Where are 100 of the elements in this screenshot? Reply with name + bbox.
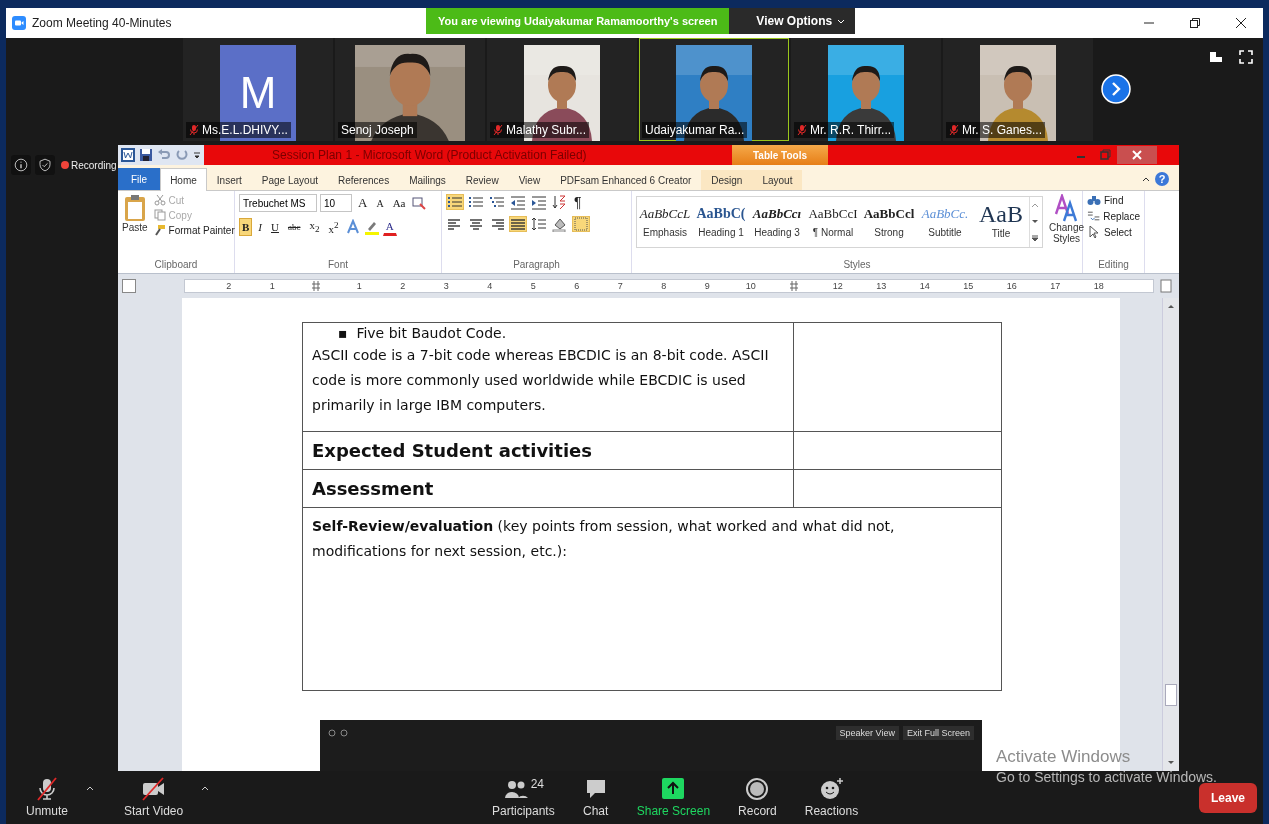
ribbon-tab[interactable]: Page Layout (251, 170, 328, 190)
column-marker-icon[interactable] (311, 281, 320, 291)
leave-button[interactable]: Leave (1198, 783, 1257, 813)
clear-formatting-icon[interactable] (411, 195, 428, 211)
table-heading: Assessment (312, 478, 434, 499)
participant-name: Malathy Subr... (506, 123, 587, 137)
grow-font-button[interactable]: A (355, 194, 371, 212)
toolbar-button[interactable]: Start Video (118, 773, 190, 822)
scroll-thumb[interactable] (1165, 684, 1177, 706)
ribbon-tab[interactable]: Insert (206, 170, 252, 190)
document-title: Session Plan 1 - Microsoft Word (Product Activation Failed) (271, 147, 588, 164)
font-name-field[interactable]: Trebuchet MS (239, 194, 317, 212)
close-icon[interactable] (1235, 17, 1247, 29)
style-item[interactable]: AaBbCcI ¶ Normal (805, 197, 861, 247)
toolbar-button[interactable]: Share Screen (630, 773, 717, 822)
format-button[interactable]: x$^{2}$ (325, 218, 342, 236)
toolbar-button[interactable]: Record (732, 773, 783, 822)
caret-up-icon[interactable] (86, 784, 95, 791)
style-item[interactable]: AaBbCcı Heading 3 (749, 197, 805, 247)
ruler-number: 2 (225, 281, 233, 291)
participant-name: Mr. S. Ganes... (962, 123, 1043, 137)
caret-up-icon[interactable] (201, 784, 210, 791)
fullscreen-icon[interactable] (1239, 50, 1253, 64)
bullet-item: ▪ Five bit Baudot Code. (338, 325, 508, 341)
format-button[interactable]: U (268, 218, 282, 236)
style-item[interactable]: AaBbC( Heading 1 (693, 197, 749, 247)
viewing-banner: You are viewing Udaiyakumar Ramamoorthy's screen (426, 8, 730, 34)
paragraph-button-icon[interactable] (509, 194, 527, 210)
more-icon[interactable] (1030, 234, 1040, 243)
group-label: Font (327, 259, 349, 272)
show-formatting-button[interactable]: ¶ (574, 194, 582, 210)
ribbon-tab[interactable]: PDFsam Enhanced 6 Creator (550, 170, 702, 190)
tab-selector-button[interactable] (122, 279, 136, 293)
toolbar-button[interactable]: 24 Participants (486, 773, 561, 822)
ribbon-tab[interactable]: Mailings (399, 170, 456, 190)
ruler-number: 16 (1005, 281, 1018, 291)
participant-tile[interactable]: Senoj Joseph (335, 38, 485, 141)
editing-action[interactable]: Find (1087, 194, 1140, 206)
letters-icon (1053, 194, 1080, 222)
ribbon-tab[interactable]: Home (160, 168, 207, 191)
participant-tile[interactable]: Mr. S. Ganes... (943, 38, 1093, 141)
scroll-up-icon[interactable] (1166, 302, 1176, 310)
participant-tile[interactable]: Udaiyakumar Ra... (639, 38, 789, 141)
help-button[interactable]: ? (1155, 172, 1169, 186)
scroll-up-icon[interactable] (1030, 201, 1040, 210)
text-effects-icon[interactable] (344, 219, 361, 235)
format-button[interactable]: B (239, 218, 253, 236)
view-ruler-icon[interactable] (1160, 279, 1172, 293)
save-icon[interactable] (139, 148, 153, 162)
ribbon-tab[interactable]: References (328, 170, 400, 190)
paragraph-button-icon[interactable] (530, 216, 548, 232)
participant-tile[interactable]: Mr. R.R. Thirr... (791, 38, 941, 141)
replace-icon (1087, 210, 1101, 222)
view-options-button[interactable]: View Options (729, 8, 856, 34)
ribbon-tab[interactable]: Design (701, 170, 753, 190)
ribbon-tab[interactable]: Layout (752, 170, 803, 190)
format-button[interactable]: x$_{2}$ (306, 218, 323, 236)
editing-action[interactable]: Select (1087, 226, 1140, 238)
cursor-icon (1087, 226, 1101, 238)
ruler-number: 18 (1092, 281, 1105, 291)
ruler-number: 9 (703, 281, 711, 291)
paragraph-button-icon[interactable] (467, 194, 485, 210)
zoom-logo-icon (12, 16, 26, 30)
toolbar-button[interactable]: Unmute (20, 773, 75, 822)
paragraph-button-icon[interactable] (488, 194, 506, 210)
editing-action[interactable]: Replace (1087, 210, 1140, 222)
review-prompt: Self-Review/evaluation (key points from session, what worked and what did not, modifications for next session, etc.): (312, 518, 895, 559)
activation-hint: Go to Settings to activate Windows. (996, 769, 1217, 785)
scroll-down-icon[interactable] (1166, 759, 1176, 767)
chevron-down-icon (837, 18, 846, 24)
paragraph-button-icon[interactable] (551, 216, 569, 232)
restore-icon[interactable] (1189, 17, 1201, 29)
ribbon-tab[interactable]: File (118, 168, 161, 190)
column-marker-icon[interactable] (790, 281, 799, 291)
ribbon-tab[interactable]: Review (455, 170, 509, 190)
vertical-scrollbar[interactable] (1162, 298, 1179, 771)
style-item[interactable]: AaBbCcL Emphasis (637, 197, 693, 247)
next-page-icon[interactable] (1101, 74, 1131, 104)
highlighter-icon[interactable] (363, 219, 380, 235)
style-item[interactable]: AaBbCcl Strong (861, 197, 917, 247)
font-size-field[interactable]: 10 (320, 194, 352, 212)
paste-button[interactable]: Paste (122, 194, 148, 259)
style-item[interactable]: AaB Title (973, 197, 1029, 247)
scroll-down-icon[interactable] (1030, 218, 1040, 226)
participant-tile[interactable]: M Ms.E.L.DHIVY... (183, 38, 333, 141)
toolbar-button[interactable]: Reactions (798, 773, 865, 822)
paragraph-button-icon[interactable] (530, 194, 548, 210)
ruler-number: 6 (573, 281, 581, 291)
format-button[interactable]: I (255, 218, 265, 236)
change-case-button[interactable]: Aa (389, 194, 409, 212)
toolbar-button[interactable]: Chat (576, 773, 615, 822)
shrink-font-button[interactable]: A (373, 194, 387, 212)
format-button[interactable]: abc (284, 218, 304, 236)
font-color-button[interactable]: A (382, 218, 397, 236)
participant-tile[interactable]: Malathy Subr... (487, 38, 637, 141)
change-styles-button[interactable]: Change Styles (1049, 194, 1085, 259)
clipboard-action[interactable]: Format Painter (153, 224, 235, 236)
ribbon-tab[interactable]: View (508, 170, 551, 190)
style-item[interactable]: AaBbCc. Subtitle (917, 197, 973, 247)
participant-name: Udaiyakumar Ra... (645, 123, 745, 137)
